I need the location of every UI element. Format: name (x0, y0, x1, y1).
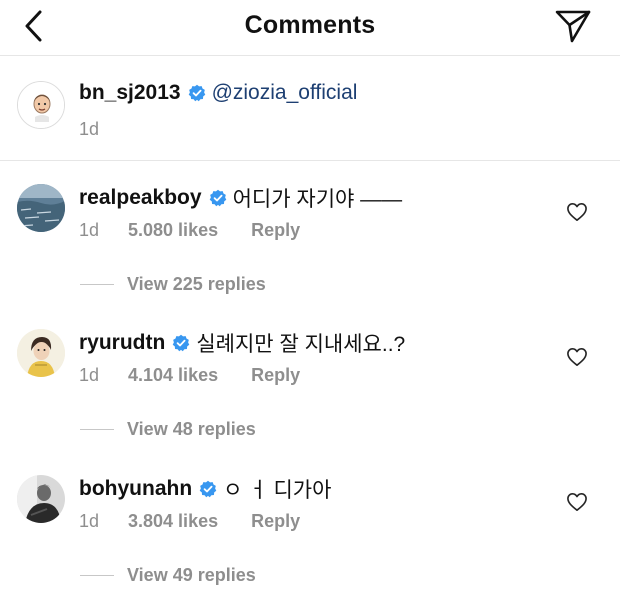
view-replies-button[interactable]: View 225 replies (80, 274, 266, 295)
timestamp: 1d (79, 365, 100, 385)
avatar[interactable] (17, 329, 65, 377)
comment-meta: 1d 4.104 likes Reply (79, 365, 300, 386)
verified-badge-icon (209, 189, 226, 207)
mention-link[interactable]: @ziozia_official (212, 81, 358, 105)
reply-button[interactable]: Reply (251, 220, 300, 241)
comment-body: ㅇ ㅓ 디가아 (223, 479, 332, 502)
comment-text: bohyunahn ㅇ ㅓ 디가아 (79, 474, 331, 504)
username[interactable]: bn_sj2013 (79, 81, 181, 105)
divider (80, 575, 114, 576)
divider (80, 429, 114, 430)
view-replies-button[interactable]: View 49 replies (80, 565, 256, 586)
view-replies-label: View 48 replies (127, 419, 256, 439)
heart-icon[interactable] (566, 202, 588, 222)
divider (80, 284, 114, 285)
comment-meta: 1d 3.804 likes Reply (79, 511, 300, 532)
sea-photo-avatar-icon (17, 184, 65, 232)
view-replies-label: View 49 replies (127, 565, 256, 585)
bw-photo-avatar-icon (17, 475, 65, 523)
timestamp: 1d (79, 119, 100, 139)
timestamp: 1d (79, 220, 100, 240)
view-replies-button[interactable]: View 48 replies (80, 419, 256, 440)
likes-count[interactable]: 3.804 likes (128, 511, 218, 532)
heart-icon[interactable] (566, 492, 588, 512)
top-bar: Comments (0, 0, 620, 56)
share-button[interactable] (554, 8, 592, 44)
page-title: Comments (244, 11, 376, 39)
reply-button[interactable]: Reply (251, 511, 300, 532)
username[interactable]: realpeakboy (79, 186, 202, 210)
comment-text: ryurudtn 실례지만 잘 지내세요..? (79, 328, 405, 358)
view-replies-label: View 225 replies (127, 274, 266, 294)
username[interactable]: bohyunahn (79, 477, 192, 501)
person-illustration-avatar-icon (17, 329, 65, 377)
post-caption: bn_sj2013 @ziozia_official 1d (0, 57, 620, 161)
avatar[interactable] (17, 475, 65, 523)
verified-badge-icon (199, 480, 217, 498)
paper-plane-icon (555, 10, 591, 43)
likes-count[interactable]: 5.080 likes (128, 220, 218, 241)
comment-meta: 1d 5.080 likes Reply (79, 220, 300, 241)
comment-text: realpeakboy 어디가 자기야 —— (79, 183, 402, 213)
emoji-face-avatar-icon (18, 82, 64, 128)
username[interactable]: ryurudtn (79, 331, 165, 355)
comment-body: 어디가 자기야 —— (232, 188, 403, 211)
reply-button[interactable]: Reply (251, 365, 300, 386)
verified-badge-icon (188, 84, 205, 102)
likes-count[interactable]: 4.104 likes (128, 365, 218, 386)
avatar[interactable] (17, 184, 65, 232)
heart-icon[interactable] (566, 347, 588, 367)
avatar[interactable] (17, 81, 65, 129)
caption-meta: 1d (79, 119, 123, 140)
caption-text: bn_sj2013 @ziozia_official (79, 81, 357, 105)
timestamp: 1d (79, 511, 100, 531)
comment-body: 실례지만 잘 지내세요..? (196, 333, 406, 356)
verified-badge-icon (173, 334, 190, 352)
